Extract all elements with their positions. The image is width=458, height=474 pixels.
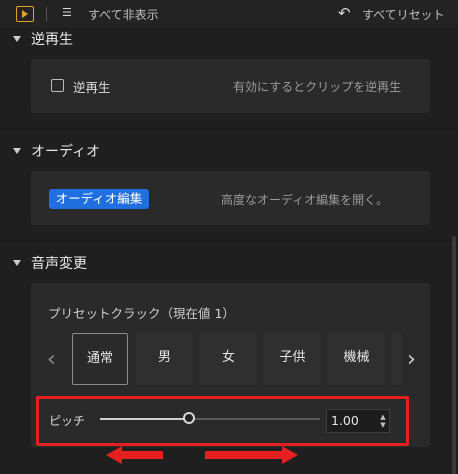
preset-male[interactable]: 男 [136,333,193,385]
section-divider [0,129,458,130]
reverse-panel: 逆再生 有効にするとクリップを逆再生 [31,59,430,113]
hide-list-icon[interactable]: ☰ [62,6,78,20]
audio-edit-button[interactable]: オーディオ編集 [49,189,149,209]
toolbar-separator [46,7,47,21]
annotation-arrow-right [205,446,299,464]
preset-child[interactable]: 子供 [264,333,321,385]
caret-down-icon [13,148,21,154]
preset-normal[interactable]: 通常 [72,333,128,385]
arrow-right-icon [282,446,298,464]
chevron-left-icon[interactable]: ‹ [47,349,56,371]
preset-machine[interactable]: 機械 [328,333,385,385]
arrow-shaft [121,451,163,459]
preset-label: プリセットクラック（現在値 1） [48,306,235,321]
caret-down-icon [13,260,21,266]
audio-description: 高度なオーディオ編集を開く。 [221,193,389,207]
hide-all-button[interactable]: すべて非表示 [88,6,159,23]
section-title: 逆再生 [31,32,73,48]
chevron-right-icon[interactable]: › [407,349,416,371]
reverse-checkbox-label[interactable]: 逆再生 [73,77,111,96]
section-title: オーディオ [31,144,101,160]
reverse-checkbox[interactable] [51,79,64,92]
preset-partial[interactable] [392,333,402,385]
section-header-reverse[interactable]: 逆再生 [0,28,458,56]
section-title: 音声変更 [31,256,87,272]
top-toolbar: ☰ すべて非表示 ↶ すべてリセット [0,0,458,28]
play-frame-icon[interactable] [16,6,34,22]
preset-female[interactable]: 女 [200,333,257,385]
annotation-arrow-left [106,446,196,464]
reset-arrow-icon[interactable]: ↶ [338,4,356,22]
reset-all-button[interactable]: すべてリセット [362,6,445,23]
section-header-voice-change[interactable]: 音声変更 [0,252,458,280]
reverse-description: 有効にするとクリップを逆再生 [233,80,402,94]
section-divider [0,241,458,242]
arrow-left-icon [106,446,122,464]
audio-panel: オーディオ編集 高度なオーディオ編集を開く。 [31,171,430,225]
caret-down-icon [13,36,21,42]
arrow-shaft [205,451,283,459]
vertical-scrollbar[interactable] [452,236,456,474]
section-header-audio[interactable]: オーディオ [0,140,458,168]
annotation-highlight-box [36,396,409,446]
